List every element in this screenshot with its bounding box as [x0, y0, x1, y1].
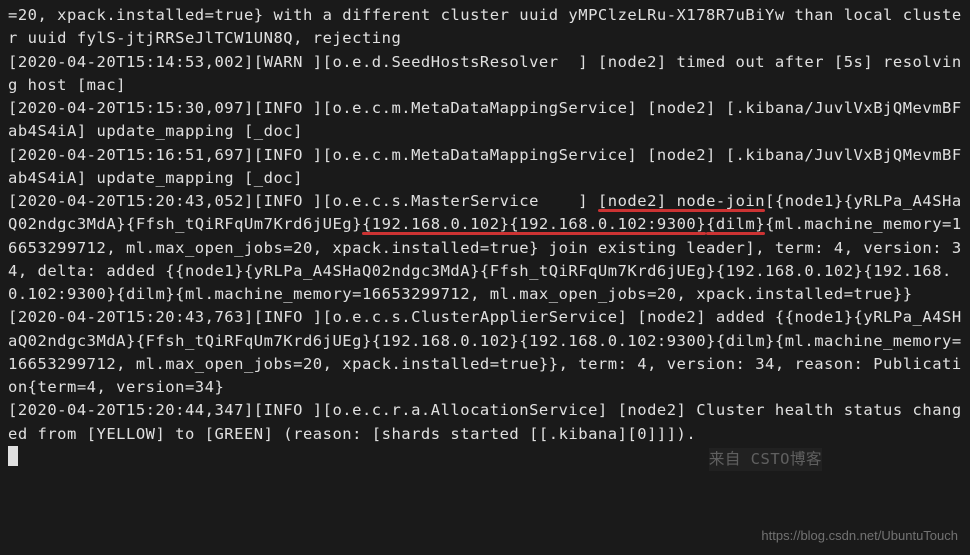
- log-line: [2020-04-20T15:20:43,763][INFO ][o.e.c.s…: [8, 308, 962, 396]
- log-fragment: [2020-04-20T15:20:43,052][INFO ][o.e.c.s…: [8, 192, 598, 210]
- watermark-faded: 来自 CSTO博客: [709, 448, 822, 471]
- log-line: [2020-04-20T15:20:44,347][INFO ][o.e.c.r…: [8, 401, 962, 442]
- log-line: [2020-04-20T15:14:53,002][WARN ][o.e.d.S…: [8, 53, 962, 94]
- terminal-output: =20, xpack.installed=true} with a differ…: [8, 4, 962, 469]
- log-line: [2020-04-20T15:20:43,052][INFO ][o.e.c.s…: [8, 192, 962, 303]
- highlighted-text: {dilm}: [706, 215, 765, 233]
- log-line: [2020-04-20T15:15:30,097][INFO ][o.e.c.m…: [8, 99, 962, 140]
- highlighted-text: [node2] node-join: [598, 192, 765, 210]
- log-line: =20, xpack.installed=true} with a differ…: [8, 6, 962, 47]
- terminal-cursor: [8, 446, 18, 466]
- watermark-url: https://blog.csdn.net/UbuntuTouch: [761, 526, 958, 546]
- highlighted-text: {192.168.0.102}{192.168.0.102:9300}: [362, 215, 706, 233]
- log-line: [2020-04-20T15:16:51,697][INFO ][o.e.c.m…: [8, 146, 962, 187]
